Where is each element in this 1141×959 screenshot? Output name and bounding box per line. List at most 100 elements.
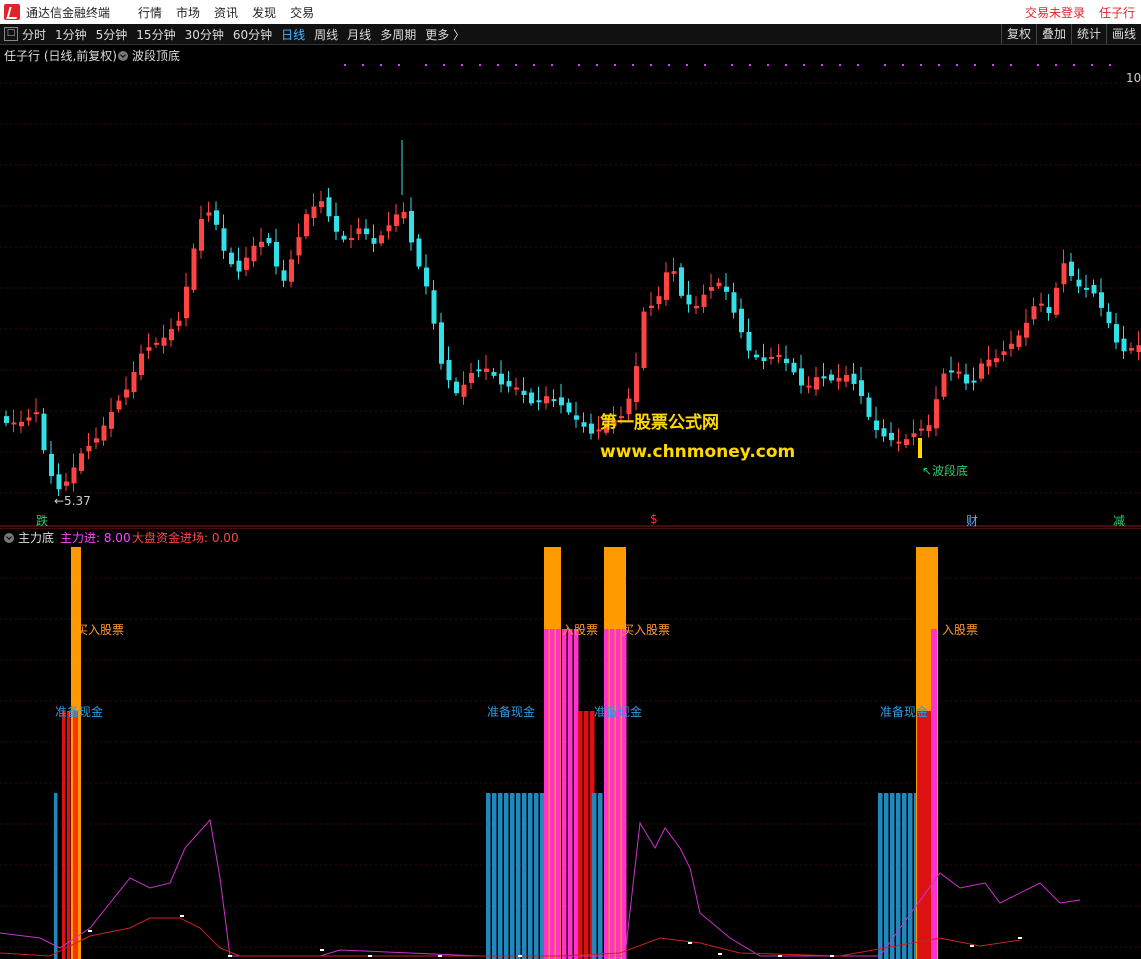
candle-body — [949, 370, 954, 373]
candle-body — [94, 438, 99, 443]
signal-dot — [461, 64, 463, 66]
overlay-button[interactable]: 叠加 — [1035, 24, 1071, 44]
candle-body — [124, 389, 129, 398]
signal-dot — [839, 64, 841, 66]
candlestick-chart[interactable] — [0, 45, 1141, 527]
stats-button[interactable]: 统计 — [1070, 24, 1106, 44]
period-monthly[interactable]: 月线 — [347, 26, 371, 43]
candle-body — [1046, 307, 1052, 314]
period-toolbar: □ 分时 1分钟 5分钟 15分钟 30分钟 60分钟 日线 周线 月线 多周期… — [0, 24, 1141, 45]
candle-body — [1076, 279, 1082, 287]
candle-body — [131, 371, 137, 393]
ready-bar — [884, 793, 889, 959]
candle-body — [521, 390, 527, 395]
candle-body — [356, 228, 362, 235]
candle-body — [274, 241, 279, 267]
signal-dot — [551, 64, 553, 66]
red-bar — [584, 711, 589, 959]
candle-body — [499, 373, 504, 385]
candle-body — [259, 241, 264, 248]
ready-bar — [498, 793, 503, 959]
event-marker-dividend[interactable]: $ — [650, 512, 658, 526]
stock-name-link[interactable]: 任子行 — [1099, 4, 1135, 21]
event-marker-finance[interactable]: 财 — [966, 512, 978, 529]
magenta-bar — [574, 629, 579, 959]
signal-dot — [344, 64, 346, 66]
candle-body — [334, 216, 339, 232]
candle-body — [994, 358, 999, 363]
period-daily[interactable]: 日线 — [281, 26, 305, 43]
period-5min[interactable]: 5分钟 — [96, 26, 128, 43]
candle-body — [724, 286, 729, 292]
candle-body — [71, 467, 77, 484]
candle-body — [589, 423, 594, 434]
candle-body — [386, 225, 392, 232]
candle-body — [679, 267, 684, 296]
menu-item-discover[interactable]: 发现 — [252, 4, 276, 21]
sub-chart-title[interactable]: 主力底 — [4, 529, 54, 546]
candle-body — [664, 272, 669, 300]
marker-dot — [830, 955, 834, 957]
candle-body — [904, 439, 909, 446]
signal-dot — [938, 64, 940, 66]
candle-body — [634, 366, 639, 402]
signal-dot — [704, 64, 706, 66]
period-multi[interactable]: 多周期 — [380, 26, 416, 43]
candle-body — [199, 218, 204, 251]
signal-dot — [920, 64, 922, 66]
menu-item-market[interactable]: 市场 — [176, 4, 200, 21]
signal-dot — [974, 64, 976, 66]
signal-dot — [1109, 64, 1111, 66]
menu-item-trade[interactable]: 交易 — [290, 4, 314, 21]
candle-body — [26, 417, 32, 421]
event-marker-reduce[interactable]: 减 — [1113, 512, 1125, 529]
watermark-title: 第一股票公式网 — [600, 413, 719, 433]
candle-body — [709, 287, 714, 291]
candle-body — [911, 433, 917, 438]
buy-label: 买入股票 — [622, 623, 671, 637]
draw-button[interactable]: 画线 — [1105, 24, 1141, 44]
candle-body — [844, 375, 849, 382]
candle-body — [401, 211, 407, 219]
period-1min[interactable]: 1分钟 — [55, 26, 87, 43]
marker-dot — [320, 949, 324, 951]
period-15min[interactable]: 15分钟 — [136, 26, 175, 43]
candle-body — [101, 425, 107, 441]
signal-dot — [533, 64, 535, 66]
candle-body — [956, 371, 962, 374]
menu-item-news[interactable]: 资讯 — [214, 4, 238, 21]
candle-body — [484, 368, 489, 372]
magenta-bar — [622, 629, 627, 959]
menu-item-quotes[interactable]: 行情 — [138, 4, 162, 21]
period-intraday[interactable]: 分时 — [22, 26, 46, 43]
magenta-bar — [610, 629, 615, 959]
signal-dot — [992, 64, 994, 66]
period-30min[interactable]: 30分钟 — [185, 26, 224, 43]
login-status-link[interactable]: 交易未登录 — [1025, 4, 1085, 21]
magenta-bar — [562, 629, 567, 959]
period-60min[interactable]: 60分钟 — [233, 26, 272, 43]
ready-bar — [908, 793, 913, 959]
candle-body — [244, 257, 249, 270]
event-marker-fall[interactable]: 跌 — [36, 512, 48, 529]
candle-body — [551, 399, 557, 402]
candle-body — [881, 428, 887, 437]
period-more[interactable]: 更多 〉 — [425, 26, 465, 43]
app-title: 通达信金融终端 — [26, 5, 111, 20]
indicator-chart[interactable] — [0, 528, 1141, 959]
candle-body — [431, 290, 437, 324]
marker-dot — [228, 955, 232, 957]
candle-body — [364, 228, 369, 235]
collapse-toggle-icon[interactable]: □ — [4, 27, 18, 41]
signal-dot — [1091, 64, 1093, 66]
candle-body — [11, 422, 17, 425]
candle-body — [1099, 292, 1104, 308]
candle-body — [739, 308, 744, 333]
main-force-value: 主力进: 8.00 — [60, 531, 131, 545]
period-weekly[interactable]: 周线 — [314, 26, 338, 43]
adjust-button[interactable]: 复权 — [1000, 24, 1036, 44]
candle-body — [514, 387, 519, 390]
candle-body — [454, 381, 459, 394]
indicator-selector[interactable]: 波段顶底 — [118, 47, 180, 64]
candle-body — [866, 397, 872, 417]
